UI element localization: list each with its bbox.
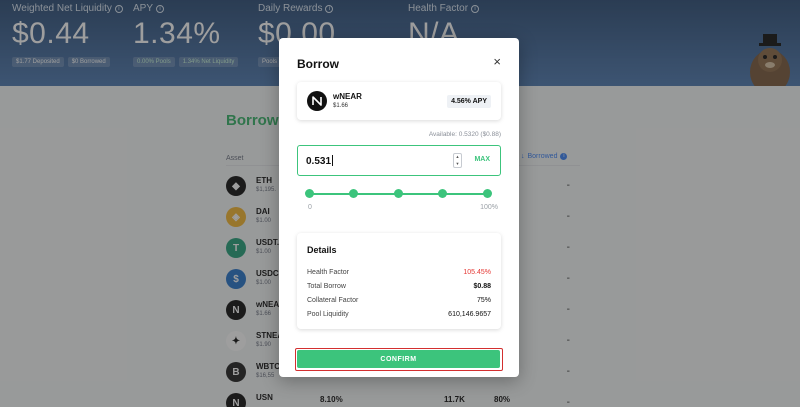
detail-label: Total Borrow	[307, 283, 346, 290]
max-button[interactable]: MAX	[474, 156, 490, 163]
slider-step-dot[interactable]	[349, 189, 358, 198]
detail-row: Health Factor 105.45%	[307, 269, 491, 279]
slider-step-dot[interactable]	[438, 189, 447, 198]
slider-step-dot[interactable]	[482, 189, 492, 198]
modal-title: Borrow	[297, 57, 339, 71]
confirm-highlight: CONFIRM	[295, 348, 503, 371]
detail-value: 105.45%	[463, 269, 491, 276]
amount-slider[interactable]	[304, 188, 492, 200]
slider-max-label: 100%	[480, 204, 498, 211]
detail-row: Collateral Factor 75%	[307, 297, 491, 307]
apy-badge: 4.56% APY	[447, 95, 491, 108]
near-icon	[307, 91, 327, 111]
borrow-modal: Borrow × wNEAR $1.66 4.56% APY Available…	[279, 38, 519, 377]
amount-input[interactable]: 0.531 ▲ ▼ MAX	[297, 145, 501, 176]
token-price: $1.66	[333, 103, 349, 109]
amount-value[interactable]: 0.531	[306, 155, 334, 167]
details-panel: Details Health Factor 105.45% Total Borrow…	[297, 233, 501, 329]
available-balance: Available: 0.5320 ($0.88)	[428, 131, 501, 138]
details-title: Details	[307, 245, 337, 255]
detail-value: 610,146.9657	[448, 311, 491, 318]
detail-row: Pool Liquidity 610,146.9657	[307, 311, 491, 321]
detail-label: Health Factor	[307, 269, 350, 276]
detail-value: 75%	[476, 297, 491, 304]
close-button[interactable]: ×	[493, 55, 501, 68]
slider-step-dot[interactable]	[393, 189, 403, 198]
detail-label: Collateral Factor	[307, 297, 359, 304]
text-cursor	[332, 155, 334, 166]
slider-min-label: 0	[308, 204, 312, 211]
token-name: wNEAR	[333, 92, 362, 101]
detail-label: Pool Liquidity	[307, 311, 349, 318]
confirm-button[interactable]: CONFIRM	[297, 350, 500, 368]
token-card: wNEAR $1.66 4.56% APY	[297, 82, 501, 120]
detail-value: $0.88	[473, 283, 491, 290]
amount-stepper[interactable]: ▲ ▼	[453, 153, 462, 168]
slider-step-dot[interactable]	[304, 189, 314, 198]
detail-row: Total Borrow $0.88	[307, 283, 491, 293]
